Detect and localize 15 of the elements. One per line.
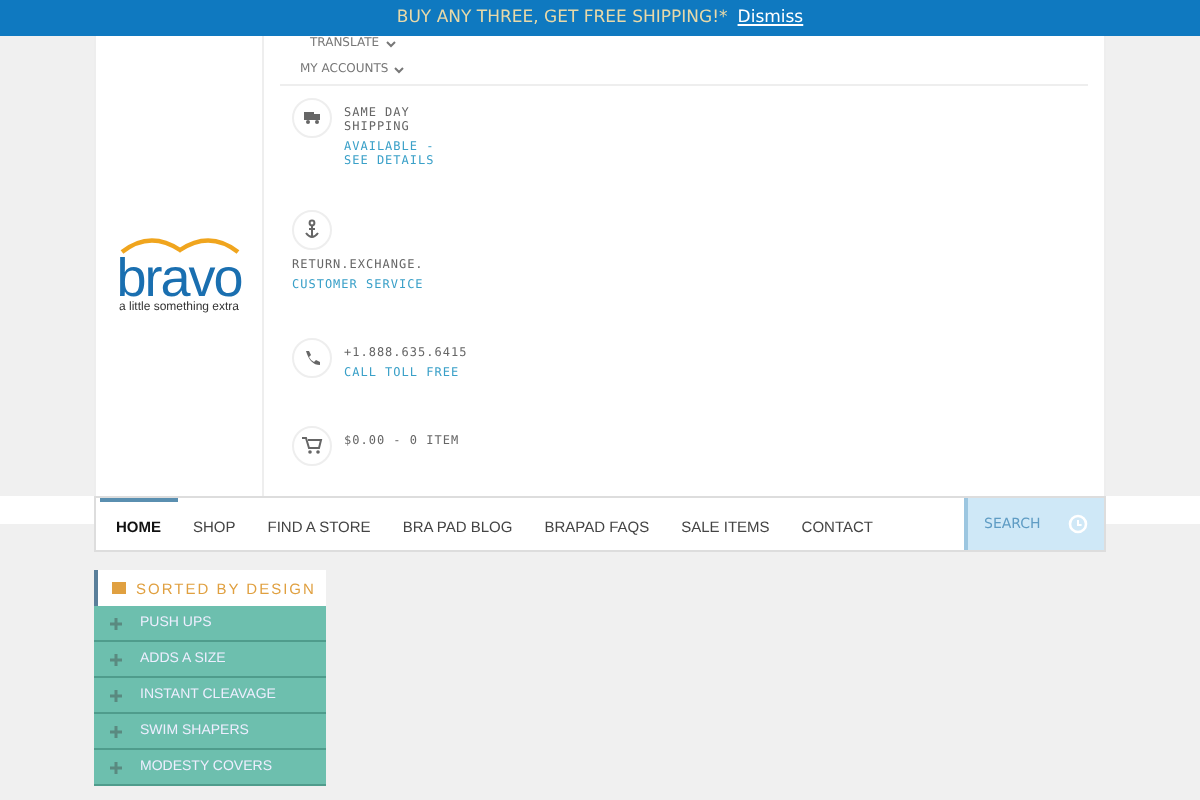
plus-icon [110, 689, 122, 701]
phone-icon [292, 338, 332, 378]
dismiss-link[interactable]: Dismiss [737, 8, 804, 28]
promo-text: BUY ANY THREE, GET FREE SHIPPING!* [396, 8, 728, 28]
arch-logo-icon [117, 234, 241, 254]
chevron-down-icon [385, 39, 396, 47]
chevron-down-icon [394, 65, 405, 73]
truck-icon [292, 98, 332, 138]
plus-icon [110, 617, 122, 629]
cart-icon [292, 426, 332, 466]
anchor-icon [292, 210, 332, 250]
plus-icon [110, 653, 122, 665]
logo-wordmark[interactable]: bravo [116, 254, 242, 302]
plus-icon [110, 725, 122, 737]
plus-icon [110, 761, 122, 773]
